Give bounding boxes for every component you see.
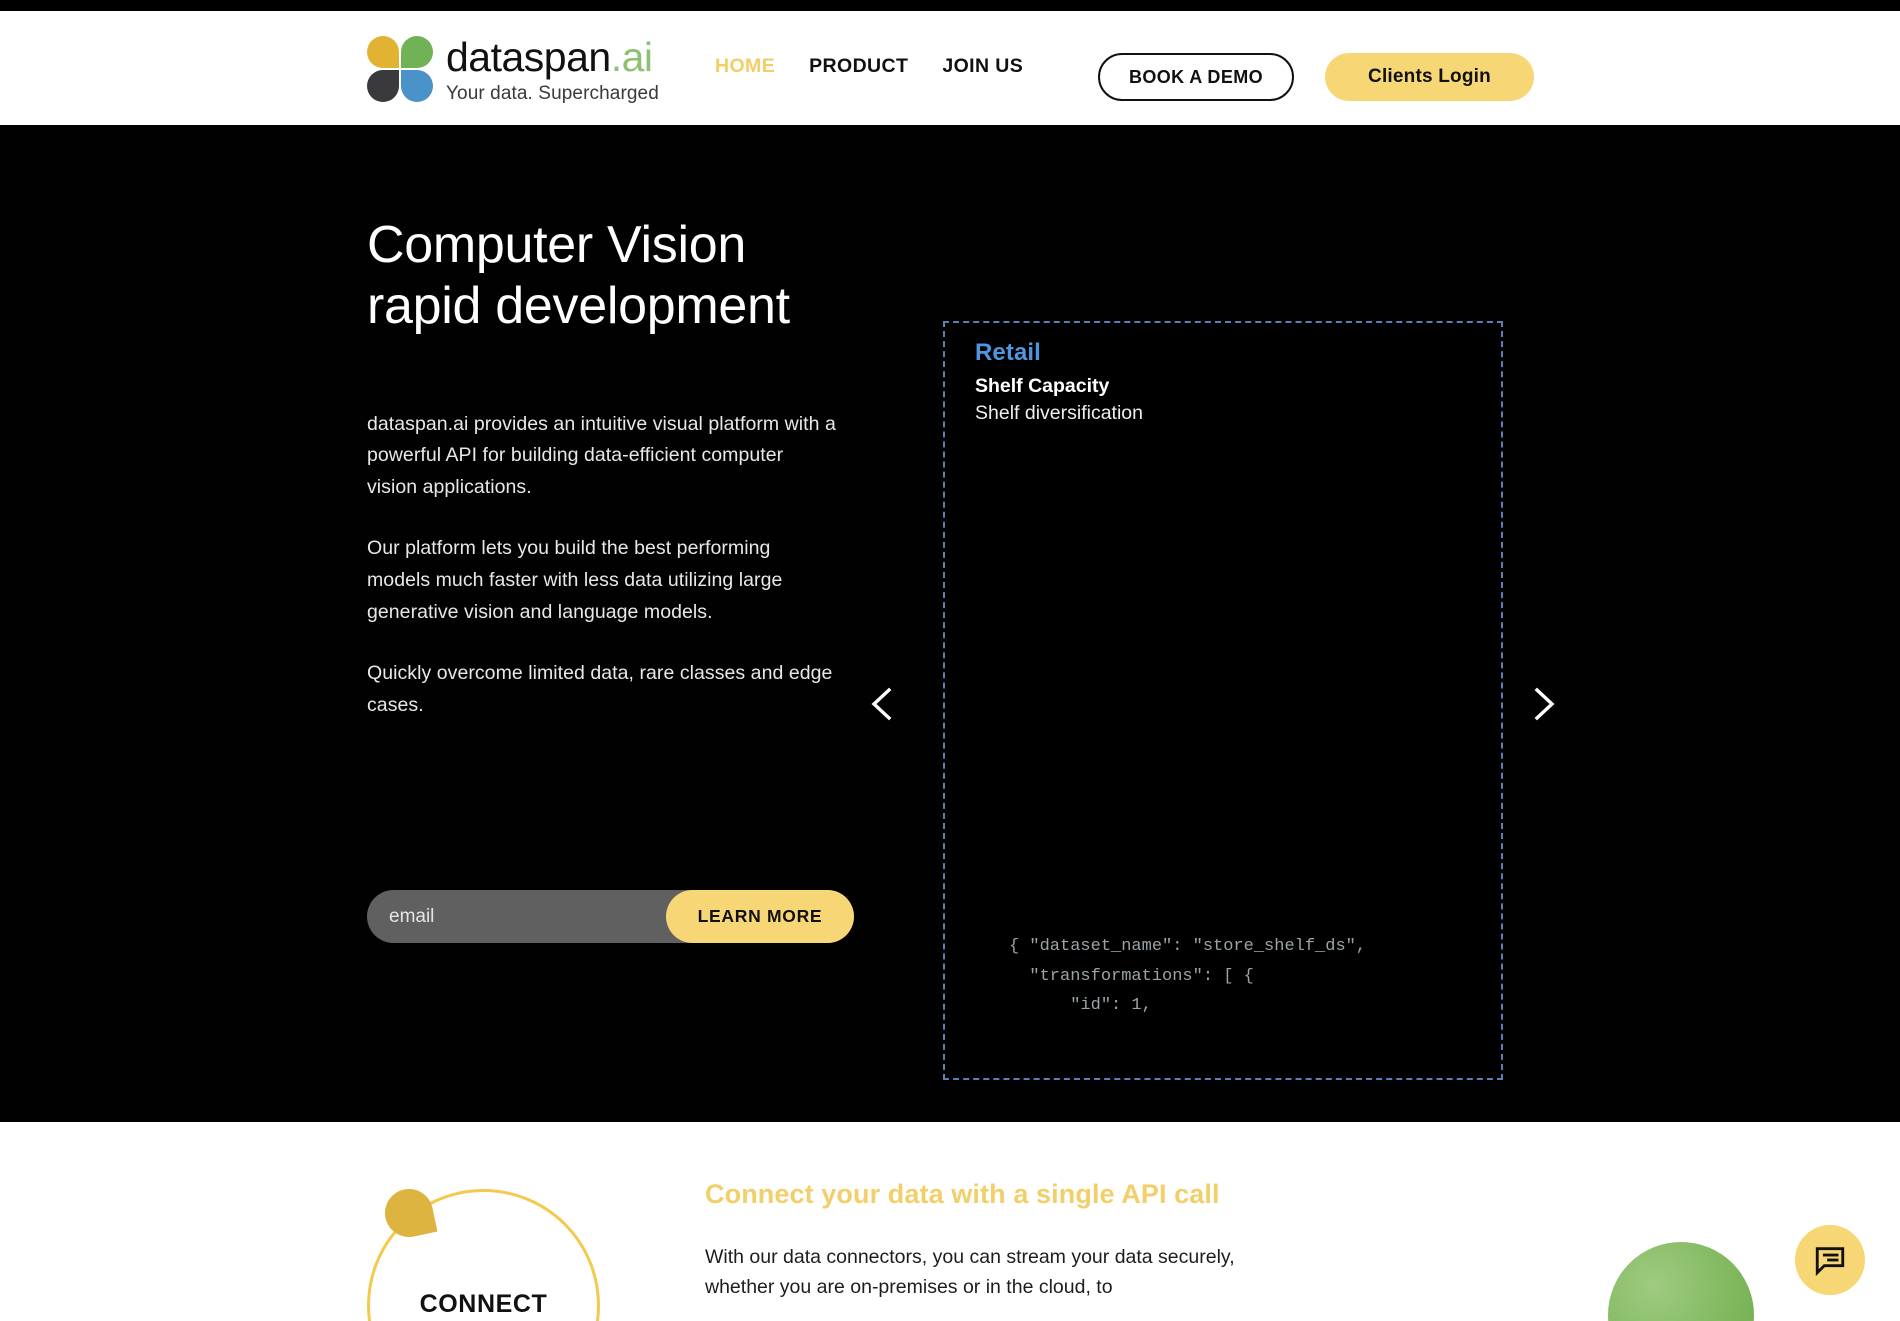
hero-paragraph-3: Quickly overcome limited data, rare clas… (367, 662, 833, 716)
clients-login-button[interactable]: Clients Login (1325, 53, 1534, 101)
card-category-label: Retail (975, 339, 1041, 366)
carousel-card-retail[interactable]: Retail Shelf Capacity Shelf diversificat… (943, 321, 1503, 1080)
card-subtitle: Shelf diversification (975, 402, 1143, 424)
site-header: dataspan.ai Your data. Supercharged HOME… (0, 11, 1900, 125)
decorative-green-circle (1608, 1242, 1754, 1321)
logo-word-main: dataspan (446, 34, 611, 80)
hero-section: Computer Vision rapid development datasp… (0, 125, 1900, 1122)
email-signup-form: LEARN MORE (367, 890, 854, 943)
logo-word-suffix: .ai (610, 34, 653, 80)
connect-badge: CONNECT (367, 1184, 600, 1321)
main-navigation: HOME PRODUCT JOIN US (715, 55, 1023, 78)
chat-widget-button[interactable] (1795, 1225, 1865, 1295)
connect-body-text: With our data connectors, you can stream… (705, 1246, 1235, 1299)
connect-section: CONNECT Connect your data with a single … (0, 1122, 1900, 1321)
book-a-demo-button[interactable]: BOOK A DEMO (1098, 53, 1294, 101)
logo[interactable]: dataspan.ai Your data. Supercharged (367, 36, 659, 104)
card-code-snippet: { "dataset_name": "store_shelf_ds", "tra… (1009, 937, 1367, 1015)
card-title: Shelf Capacity (975, 375, 1110, 397)
dataspan-logo-icon (367, 36, 435, 104)
hero-paragraph-2: Our platform lets you build the best per… (367, 537, 783, 623)
connect-heading: Connect your data with a single API call (705, 1179, 1220, 1209)
logo-text: dataspan.ai Your data. Supercharged (446, 37, 659, 104)
hero-paragraph-1: dataspan.ai provides an intuitive visual… (367, 412, 836, 498)
chat-bubble-icon (1815, 1247, 1845, 1277)
connect-copy: Connect your data with a single API call… (705, 1179, 1265, 1303)
logo-petal-blue-icon (401, 70, 433, 102)
carousel-prev-arrow-icon[interactable] (862, 682, 906, 726)
logo-petal-yellow-icon (367, 36, 399, 68)
connect-node-icon (380, 1184, 438, 1242)
logo-petal-dark-icon (367, 70, 399, 102)
use-case-carousel: Retail Shelf Capacity Shelf diversificat… (860, 197, 1580, 1080)
email-input[interactable] (367, 890, 666, 943)
nav-item-product[interactable]: PRODUCT (809, 55, 908, 78)
nav-item-home[interactable]: HOME (715, 55, 775, 78)
hero-title: Computer Vision rapid development (367, 216, 790, 335)
connect-badge-label: CONNECT (419, 1290, 548, 1318)
carousel-next-arrow-icon[interactable] (1520, 682, 1564, 726)
logo-petal-green-icon (401, 36, 433, 68)
logo-tagline: Your data. Supercharged (446, 83, 659, 104)
hero-copy: Computer Vision rapid development datasp… (367, 215, 837, 721)
nav-item-join-us[interactable]: JOIN US (942, 55, 1023, 78)
logo-wordmark: dataspan.ai (446, 37, 659, 78)
learn-more-button[interactable]: LEARN MORE (666, 890, 854, 943)
top-black-bar (0, 0, 1900, 11)
